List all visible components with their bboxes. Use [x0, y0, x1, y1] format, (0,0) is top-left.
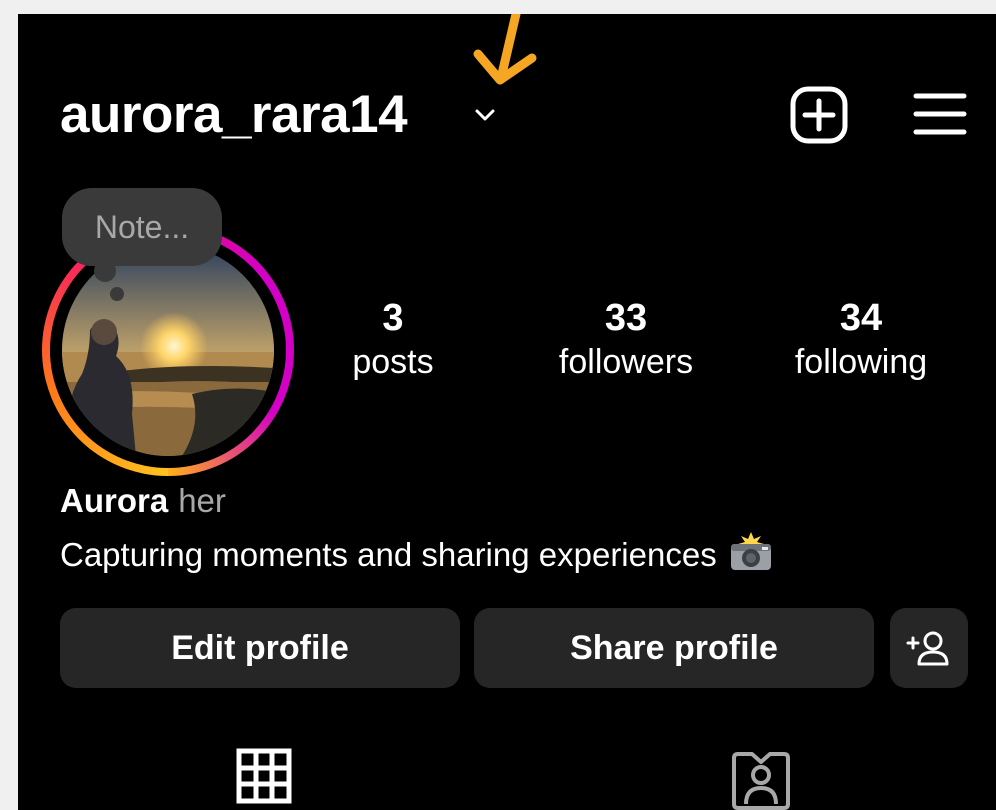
chevron-down-icon[interactable]: [470, 100, 500, 130]
avatar[interactable]: [62, 244, 274, 456]
stat-following-label: following: [794, 343, 928, 381]
avatar-photo-image: [62, 244, 274, 456]
add-square-icon[interactable]: [788, 84, 850, 146]
grid-icon[interactable]: [236, 748, 292, 804]
note-bubble[interactable]: Note...: [62, 188, 222, 266]
stat-posts[interactable]: 3 posts: [283, 296, 503, 384]
stat-followers-value: 33: [604, 297, 648, 339]
share-profile-button[interactable]: Share profile: [474, 608, 874, 688]
note-bubble-tail-dot: [110, 287, 124, 301]
edit-profile-button[interactable]: Edit profile: [60, 608, 460, 688]
profile-name-line: Aurora her: [60, 482, 226, 520]
profile-screen: aurora_rara14 Note... 3 posts 33 followe…: [18, 14, 996, 810]
profile-pronouns: her: [178, 482, 226, 519]
stat-following-value: 34: [839, 297, 883, 339]
tagged-icon[interactable]: [730, 748, 792, 810]
username-title[interactable]: aurora_rara14: [60, 84, 408, 145]
stat-following[interactable]: 34 following: [751, 296, 971, 384]
discover-people-button[interactable]: [890, 608, 968, 688]
profile-bio: Capturing moments and sharing experience…: [60, 536, 717, 573]
add-person-icon: [906, 631, 949, 666]
stat-followers[interactable]: 33 followers: [516, 296, 736, 384]
stat-posts-label: posts: [352, 343, 434, 381]
stat-followers-label: followers: [558, 343, 694, 381]
note-bubble-tail: [94, 260, 116, 282]
stat-posts-value: 3: [382, 297, 404, 339]
profile-name: Aurora: [60, 482, 169, 519]
hamburger-menu-icon[interactable]: [912, 88, 968, 140]
annotation-arrow-icon: [473, 14, 537, 85]
camera-flash-icon: [730, 532, 771, 570]
profile-bio-line: Capturing moments and sharing experience…: [60, 532, 773, 574]
